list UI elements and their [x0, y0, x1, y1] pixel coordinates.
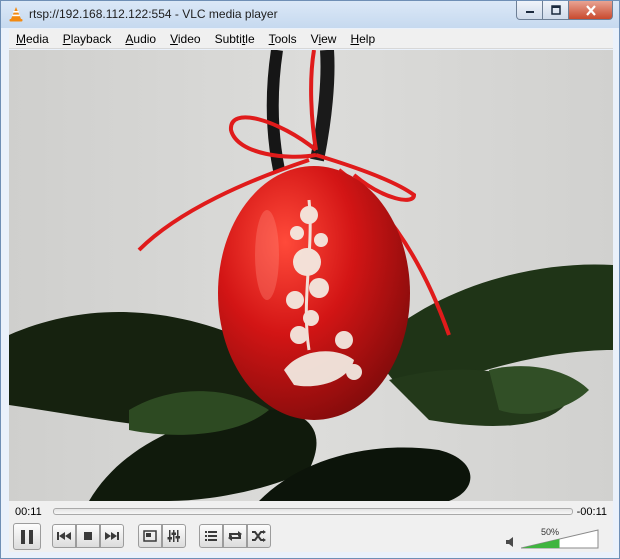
previous-icon [57, 532, 71, 540]
maximize-button[interactable] [543, 1, 569, 20]
extended-settings-button[interactable] [162, 524, 186, 548]
menu-video[interactable]: Video [163, 32, 207, 46]
volume-slider[interactable]: 50% [520, 527, 599, 549]
window-controls [516, 1, 613, 20]
previous-button[interactable] [52, 524, 76, 548]
video-frame [9, 50, 613, 501]
vlc-window: rtsp://192.168.112.122:554 - VLC media p… [0, 0, 620, 559]
menu-view[interactable]: View [304, 32, 344, 46]
loop-icon [228, 531, 242, 541]
menu-subtitle[interactable]: Subtitle [208, 32, 262, 46]
menu-playback[interactable]: Playback [56, 32, 119, 46]
elapsed-time: 00:11 [15, 506, 42, 518]
playlist-button[interactable] [199, 524, 223, 548]
menu-bar: Media Playback Audio Video Subtitle Tool… [9, 29, 613, 49]
menu-tools[interactable]: Tools [262, 32, 304, 46]
loop-button[interactable] [223, 524, 247, 548]
menu-media[interactable]: Media [9, 32, 56, 46]
shuffle-button[interactable] [247, 524, 271, 548]
close-icon [585, 4, 596, 16]
video-area[interactable] [9, 50, 613, 501]
next-icon [105, 532, 119, 540]
speaker-icon[interactable] [505, 536, 517, 548]
volume-percent: 50% [541, 527, 560, 537]
pause-button[interactable] [13, 523, 41, 550]
extended-settings-icon [167, 530, 180, 542]
fullscreen-icon [143, 530, 157, 542]
next-button[interactable] [100, 524, 124, 548]
playlist-icon [205, 531, 217, 541]
seek-slider[interactable] [53, 508, 573, 515]
volume-triangle [520, 529, 599, 549]
shuffle-icon [252, 530, 266, 542]
maximize-icon [550, 5, 561, 15]
stop-icon [84, 532, 92, 540]
menu-audio[interactable]: Audio [118, 32, 163, 46]
stop-button[interactable] [76, 524, 100, 548]
minimize-button[interactable] [516, 1, 543, 20]
window-title: rtsp://192.168.112.122:554 - VLC media p… [29, 7, 278, 21]
menu-help[interactable]: Help [343, 32, 382, 46]
minimize-icon [525, 11, 534, 13]
close-button[interactable] [569, 1, 613, 20]
pause-icon [21, 529, 33, 544]
title-bar[interactable]: rtsp://192.168.112.122:554 - VLC media p… [1, 1, 619, 28]
playback-controls: 00:11 -00:11 50% [9, 501, 613, 552]
vlc-cone-icon [9, 7, 23, 22]
remaining-time[interactable]: -00:11 [577, 506, 607, 518]
red-easter-egg [218, 166, 410, 420]
fullscreen-button[interactable] [138, 524, 162, 548]
